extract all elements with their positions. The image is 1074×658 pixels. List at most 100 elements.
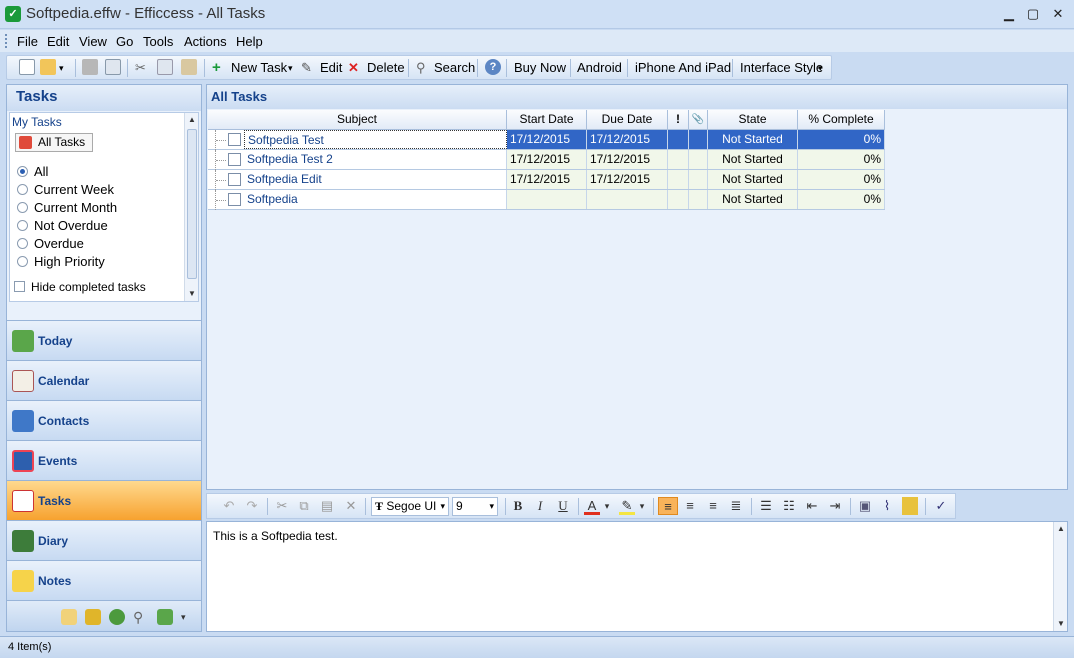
cut-icon[interactable]: ✂ xyxy=(274,497,290,515)
task-start-date[interactable] xyxy=(507,190,587,209)
menu-actions[interactable]: Actions xyxy=(184,34,227,49)
task-due-date[interactable]: 17/12/2015 xyxy=(587,130,668,149)
configure-buttons-icon[interactable]: ▾ xyxy=(181,609,197,625)
nav-contacts[interactable]: Contacts xyxy=(7,400,201,440)
sync-icon[interactable] xyxy=(157,609,173,625)
task-attachment[interactable] xyxy=(689,190,708,209)
task-subject[interactable]: Softpedia xyxy=(244,190,507,209)
all-tasks-item[interactable]: All Tasks xyxy=(15,133,93,152)
task-start-date[interactable]: 17/12/2015 xyxy=(507,170,587,189)
font-color-icon[interactable]: A xyxy=(584,497,600,515)
font-size-select[interactable]: 9 ▾ xyxy=(452,497,498,516)
task-percent[interactable]: 0% xyxy=(798,170,885,189)
new-task-button[interactable]: New Task xyxy=(231,58,287,78)
iphone-ipad-button[interactable]: iPhone And iPad xyxy=(635,58,731,78)
copy-icon[interactable]: ⧉ xyxy=(296,497,312,515)
filter-current-month[interactable]: Current Month xyxy=(17,200,117,215)
globe-icon[interactable] xyxy=(109,609,125,625)
copy-icon[interactable] xyxy=(157,59,173,75)
task-complete-checkbox[interactable] xyxy=(228,173,241,186)
nav-events[interactable]: Events xyxy=(7,440,201,480)
scroll-up-icon[interactable]: ▲ xyxy=(185,113,198,127)
maximize-button[interactable]: ▢ xyxy=(1020,4,1046,24)
task-state[interactable]: Not Started xyxy=(708,170,798,189)
task-start-date[interactable]: 17/12/2015 xyxy=(507,130,587,149)
menu-view[interactable]: View xyxy=(79,34,107,49)
task-attachment[interactable] xyxy=(689,170,708,189)
filter-high-priority[interactable]: High Priority xyxy=(17,254,105,269)
minimize-button[interactable]: ▁ xyxy=(996,4,1022,24)
print-icon[interactable] xyxy=(82,59,98,75)
help-icon[interactable]: ? xyxy=(485,59,501,75)
column-due-date[interactable]: Due Date xyxy=(587,110,668,130)
task-attachment[interactable] xyxy=(689,130,708,149)
notes-editor[interactable]: This is a Softpedia test. ▲ ▼ xyxy=(206,521,1068,632)
radio-icon[interactable] xyxy=(17,256,28,267)
bold-button[interactable]: B xyxy=(510,497,526,515)
filter-not-overdue[interactable]: Not Overdue xyxy=(17,218,108,233)
insert-link-icon[interactable] xyxy=(902,497,918,515)
menu-edit[interactable]: Edit xyxy=(47,34,69,49)
nav-tasks[interactable]: Tasks xyxy=(7,480,201,520)
task-subject[interactable]: Softpedia Test xyxy=(244,130,507,149)
menu-help[interactable]: Help xyxy=(236,34,263,49)
hide-completed-checkbox[interactable]: Hide completed tasks xyxy=(14,280,146,294)
buy-now-button[interactable]: Buy Now xyxy=(514,58,566,78)
column-attachment[interactable]: 📎 xyxy=(689,110,708,130)
filter-all[interactable]: All xyxy=(17,164,48,179)
undo-icon[interactable]: ↶ xyxy=(221,497,237,515)
clipboard-icon[interactable] xyxy=(61,609,77,625)
font-color-dropdown-icon[interactable]: ▾ xyxy=(602,497,612,515)
outdent-icon[interactable]: ⇤ xyxy=(804,497,820,515)
task-state[interactable]: Not Started xyxy=(708,190,798,209)
radio-icon[interactable] xyxy=(17,238,28,249)
column-state[interactable]: State xyxy=(708,110,798,130)
task-priority[interactable] xyxy=(668,130,689,149)
clear-icon[interactable]: ✕ xyxy=(343,497,359,515)
task-percent[interactable]: 0% xyxy=(798,190,885,209)
android-button[interactable]: Android xyxy=(577,58,622,78)
scroll-up-icon[interactable]: ▲ xyxy=(1054,522,1068,536)
search-button[interactable]: Search xyxy=(434,58,475,78)
menu-tools[interactable]: Tools xyxy=(143,34,173,49)
task-attachment[interactable] xyxy=(689,150,708,169)
insert-image-icon[interactable]: ▣ xyxy=(857,497,873,515)
align-right-icon[interactable]: ≡ xyxy=(705,497,721,515)
interface-style-button[interactable]: Interface Style xyxy=(740,58,823,78)
new-task-dropdown-icon[interactable]: ▾ xyxy=(288,58,293,78)
open-dropdown-icon[interactable]: ▾ xyxy=(59,58,64,78)
highlight-icon[interactable]: ✎ xyxy=(619,497,635,515)
column-start-date[interactable]: Start Date xyxy=(507,110,587,130)
task-due-date[interactable]: 17/12/2015 xyxy=(587,170,668,189)
radio-icon[interactable] xyxy=(17,202,28,213)
size-dropdown-icon[interactable]: ▾ xyxy=(489,498,494,515)
nav-diary[interactable]: Diary xyxy=(7,520,201,560)
filter-current-week[interactable]: Current Week xyxy=(17,182,114,197)
scroll-down-icon[interactable]: ▼ xyxy=(1054,617,1068,631)
menu-file[interactable]: File xyxy=(17,34,38,49)
task-percent[interactable]: 0% xyxy=(798,150,885,169)
task-row[interactable]: Softpedia Edit 17/12/2015 17/12/2015 Not… xyxy=(208,170,885,190)
scroll-down-icon[interactable]: ▼ xyxy=(185,287,198,301)
menu-go[interactable]: Go xyxy=(116,34,133,49)
task-priority[interactable] xyxy=(668,190,689,209)
key-icon[interactable] xyxy=(85,609,101,625)
notes-content[interactable]: This is a Softpedia test. xyxy=(213,529,338,543)
task-due-date[interactable]: 17/12/2015 xyxy=(587,150,668,169)
task-priority[interactable] xyxy=(668,170,689,189)
font-dropdown-icon[interactable]: ▾ xyxy=(440,498,445,515)
redo-icon[interactable]: ↷ xyxy=(244,497,260,515)
new-task-plus-icon[interactable]: + xyxy=(212,58,221,78)
nav-calendar[interactable]: Calendar xyxy=(7,360,201,400)
delete-button[interactable]: Delete xyxy=(367,58,405,78)
task-complete-checkbox[interactable] xyxy=(228,133,241,146)
print-preview-icon[interactable] xyxy=(105,59,121,75)
search-icon[interactable]: ⚲ xyxy=(416,58,426,78)
edit-pencil-icon[interactable]: ✎ xyxy=(301,58,312,78)
bullet-list-icon[interactable]: ☰ xyxy=(758,497,774,515)
task-due-date[interactable] xyxy=(587,190,668,209)
radio-icon[interactable] xyxy=(17,166,28,177)
task-subject[interactable]: Softpedia Edit xyxy=(244,170,507,189)
align-center-icon[interactable]: ≡ xyxy=(682,497,698,515)
paste-icon[interactable]: ▤ xyxy=(319,497,335,515)
